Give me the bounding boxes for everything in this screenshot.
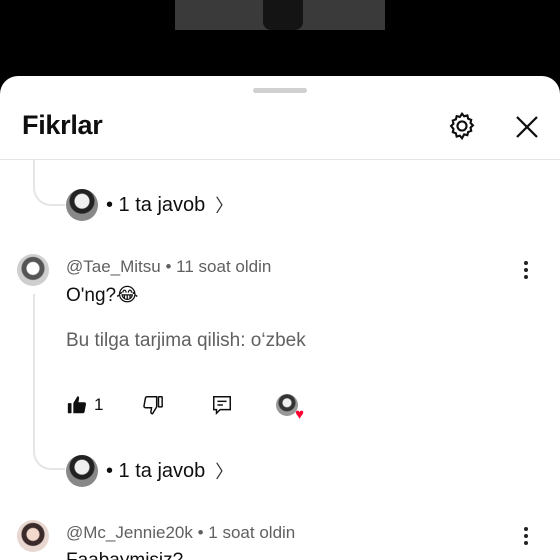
comment-time: • 1 soat oldin	[197, 523, 296, 542]
comment-meta: @Tae_Mitsu • 11 soat oldin	[66, 257, 271, 277]
comment-text: O'ng?😂	[66, 285, 139, 306]
avatar[interactable]	[17, 520, 49, 552]
view-replies-button[interactable]: • 1 ta javob 〉	[66, 454, 233, 488]
comments-sheet: Fikrlar • 1 ta javob 〉 @Tae_Mitsu • 11 s…	[0, 76, 560, 560]
like-button[interactable]: 1	[66, 394, 103, 416]
thread-connector	[33, 438, 65, 470]
creator-heart: ♥	[276, 394, 304, 422]
sheet-title: Fikrlar	[22, 110, 103, 140]
thread-line	[33, 294, 35, 444]
like-count: 1	[94, 395, 104, 414]
reply-avatar	[66, 455, 98, 487]
comment-author[interactable]: @Tae_Mitsu	[66, 257, 161, 276]
replies-label: • 1 ta javob	[106, 459, 206, 482]
gear-icon[interactable]	[446, 110, 478, 142]
chevron-right-icon: 〉	[215, 462, 234, 482]
avatar[interactable]	[17, 254, 49, 286]
chevron-right-icon: 〉	[215, 196, 234, 216]
close-icon[interactable]	[512, 112, 542, 142]
reply-icon[interactable]	[211, 394, 233, 416]
drag-handle[interactable]	[253, 88, 307, 93]
view-replies-button[interactable]: • 1 ta javob 〉	[66, 188, 233, 222]
video-frame	[175, 0, 385, 30]
comment-text: Faabaymisiz?	[66, 550, 183, 560]
header-divider	[0, 159, 560, 160]
thread-connector	[33, 174, 65, 206]
replies-label: • 1 ta javob	[106, 193, 206, 216]
comment-meta: @Mc_Jennie20k • 1 soat oldin	[66, 523, 295, 543]
reply-avatar	[66, 189, 98, 221]
thumbs-down-icon[interactable]	[142, 394, 164, 416]
translate-link[interactable]: Bu tilga tarjima qilish: o‘zbek	[66, 330, 306, 352]
more-vert-icon[interactable]	[519, 525, 533, 547]
comment-time: • 11 soat oldin	[165, 257, 272, 276]
thumbs-up-icon	[67, 396, 87, 414]
more-vert-icon[interactable]	[519, 259, 533, 281]
heart-icon: ♥	[295, 406, 304, 423]
comment-author[interactable]: @Mc_Jennie20k	[66, 523, 193, 542]
